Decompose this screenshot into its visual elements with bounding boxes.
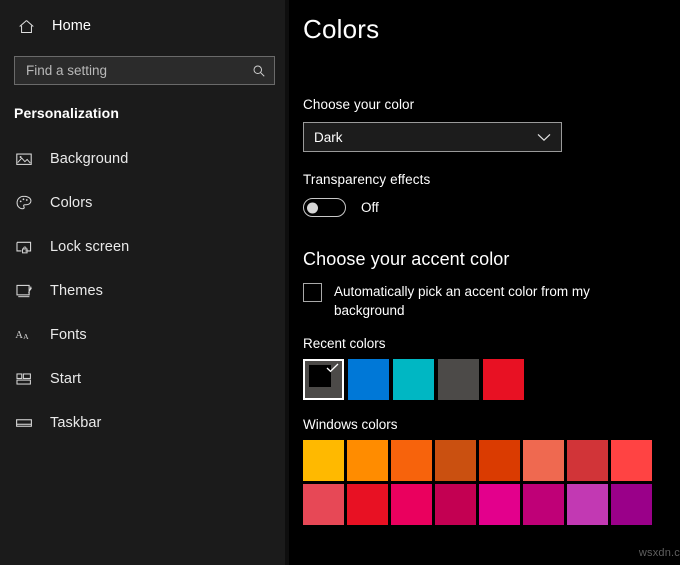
sidebar-item-lock-screen[interactable]: Lock screen	[0, 225, 289, 269]
sidebar-item-start[interactable]: Start	[0, 357, 289, 401]
windows-color-swatch[interactable]	[567, 440, 608, 481]
windows-color-swatch[interactable]	[435, 440, 476, 481]
sidebar-item-label: Colors	[50, 195, 93, 211]
recent-color-swatch[interactable]	[438, 359, 479, 400]
sidebar-item-label: Themes	[50, 283, 103, 299]
main-content: Colors Choose your color Dark Transparen…	[289, 0, 680, 565]
themes-icon	[14, 281, 34, 301]
windows-color-swatch[interactable]	[391, 440, 432, 481]
search-icon[interactable]	[252, 64, 266, 78]
settings-window: Home Personalization	[0, 0, 680, 565]
search-input[interactable]	[26, 57, 252, 84]
recent-color-swatch[interactable]	[303, 359, 344, 400]
transparency-toggle-row: Off	[303, 198, 680, 217]
windows-color-swatch[interactable]	[391, 484, 432, 525]
sidebar-item-label: Taskbar	[50, 415, 101, 431]
sidebar-item-colors[interactable]: Colors	[0, 181, 289, 225]
palette-icon	[14, 193, 34, 213]
home-icon	[16, 16, 36, 36]
choose-color-value: Dark	[314, 130, 343, 145]
recent-color-swatch[interactable]	[483, 359, 524, 400]
page-title: Colors	[303, 14, 680, 45]
sidebar-item-themes[interactable]: Themes	[0, 269, 289, 313]
fonts-icon: A A	[14, 325, 34, 345]
sidebar-item-fonts[interactable]: A A Fonts	[0, 313, 289, 357]
lock-screen-icon	[14, 237, 34, 257]
watermark: wsxdn.c	[639, 547, 680, 559]
sidebar-item-home[interactable]: Home	[0, 11, 289, 41]
transparency-toggle[interactable]	[303, 198, 346, 217]
windows-color-swatch[interactable]	[479, 484, 520, 525]
image-icon	[14, 149, 34, 169]
windows-color-swatch[interactable]	[347, 484, 388, 525]
transparency-state: Off	[361, 200, 379, 215]
choose-color-dropdown[interactable]: Dark	[303, 122, 562, 152]
windows-color-swatch[interactable]	[303, 484, 344, 525]
windows-color-swatch[interactable]	[523, 440, 564, 481]
recent-colors-label: Recent colors	[303, 336, 680, 351]
windows-color-swatch[interactable]	[611, 484, 652, 525]
sidebar-nav: Background Colors	[0, 137, 289, 445]
windows-color-swatch[interactable]	[611, 440, 652, 481]
windows-color-swatch[interactable]	[435, 484, 476, 525]
svg-text:A: A	[15, 330, 23, 341]
taskbar-icon	[14, 413, 34, 433]
windows-colors-grid	[303, 440, 680, 525]
windows-color-swatch[interactable]	[479, 440, 520, 481]
sidebar-item-taskbar[interactable]: Taskbar	[0, 401, 289, 445]
toggle-knob	[307, 202, 318, 213]
windows-color-swatch[interactable]	[523, 484, 564, 525]
windows-color-swatch[interactable]	[347, 440, 388, 481]
search-box[interactable]	[14, 56, 275, 85]
check-icon	[326, 363, 339, 373]
recent-color-swatch[interactable]	[348, 359, 389, 400]
auto-pick-accent-label: Automatically pick an accent color from …	[334, 282, 623, 320]
start-icon	[14, 369, 34, 389]
sidebar-item-label: Lock screen	[50, 239, 129, 255]
auto-pick-accent-row[interactable]: Automatically pick an accent color from …	[303, 282, 623, 320]
recent-color-swatch[interactable]	[393, 359, 434, 400]
sidebar-item-label: Background	[50, 151, 128, 167]
windows-color-swatch[interactable]	[567, 484, 608, 525]
choose-color-label: Choose your color	[303, 97, 680, 112]
svg-text:A: A	[23, 332, 29, 341]
transparency-label: Transparency effects	[303, 172, 680, 187]
sidebar: Home Personalization	[0, 0, 289, 565]
accent-color-heading: Choose your accent color	[303, 249, 680, 270]
chevron-down-icon	[537, 133, 551, 142]
windows-colors-label: Windows colors	[303, 417, 680, 432]
sidebar-item-background[interactable]: Background	[0, 137, 289, 181]
home-label: Home	[52, 18, 91, 34]
sidebar-section-title: Personalization	[14, 105, 289, 121]
windows-color-swatch[interactable]	[303, 440, 344, 481]
auto-pick-accent-checkbox[interactable]	[303, 283, 322, 302]
sidebar-item-label: Start	[50, 371, 81, 387]
recent-colors-row	[303, 359, 680, 400]
sidebar-item-label: Fonts	[50, 327, 87, 343]
